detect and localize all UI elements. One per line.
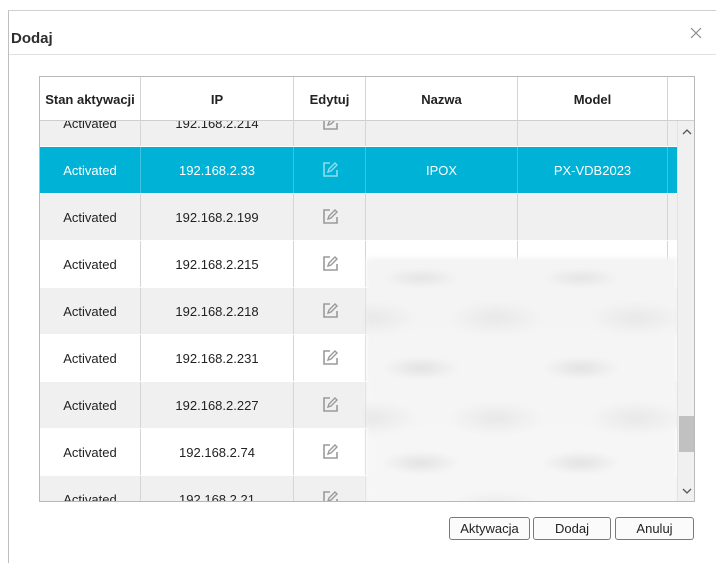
add-device-dialog: Dodaj Stan aktywacji IP Edytuj Nazwa Mod… xyxy=(8,10,716,563)
column-header-name[interactable]: Nazwa xyxy=(366,77,518,121)
cell-edit[interactable] xyxy=(294,476,366,502)
cell-ip: 192.168.2.218 xyxy=(141,288,294,334)
cell-edit[interactable] xyxy=(294,335,366,381)
dialog-titlebar: Dodaj xyxy=(9,11,716,55)
edit-icon[interactable] xyxy=(321,121,339,132)
edit-icon[interactable] xyxy=(321,443,339,461)
cell-model: PX-VDB2023 xyxy=(518,147,668,193)
close-icon[interactable] xyxy=(688,25,704,41)
cell-name xyxy=(366,194,518,240)
cell-name: IPOX xyxy=(366,147,518,193)
cell-ip: 192.168.2.33 xyxy=(141,147,294,193)
column-header-spacer xyxy=(668,77,694,121)
blurred-region xyxy=(366,258,677,501)
edit-icon[interactable] xyxy=(321,208,339,226)
cell-status: Activated xyxy=(40,335,141,381)
cell-status: Activated xyxy=(40,476,141,501)
table-row[interactable]: Activated 192.168.2.214 xyxy=(40,121,677,147)
column-header-status[interactable]: Stan aktywacji xyxy=(40,77,141,121)
table-header: Stan aktywacji IP Edytuj Nazwa Model xyxy=(40,77,694,121)
cell-status: Activated xyxy=(40,121,141,146)
edit-icon[interactable] xyxy=(321,255,339,273)
cell-status: Activated xyxy=(40,194,141,240)
cell-status: Activated xyxy=(40,288,141,334)
edit-icon[interactable] xyxy=(321,349,339,367)
table-row[interactable]: Activated 192.168.2.33 IPOX PX-VDB2023 xyxy=(40,147,677,194)
cell-status: Activated xyxy=(40,147,141,193)
cell-edit[interactable] xyxy=(294,241,366,287)
edit-icon[interactable] xyxy=(321,302,339,320)
cell-edit[interactable] xyxy=(294,288,366,334)
column-header-edit[interactable]: Edytuj xyxy=(294,77,366,121)
column-header-model[interactable]: Model xyxy=(518,77,668,121)
cell-model xyxy=(518,194,668,240)
scrollbar-thumb[interactable] xyxy=(679,416,694,452)
cell-edit[interactable] xyxy=(294,194,366,240)
activate-button[interactable]: Aktywacja xyxy=(449,517,530,540)
cell-ip: 192.168.2.227 xyxy=(141,382,294,428)
cell-ip: 192.168.2.214 xyxy=(141,121,294,146)
cell-ip: 192.168.2.215 xyxy=(141,241,294,287)
table-row[interactable]: Activated 192.168.2.199 xyxy=(40,194,677,241)
cell-status: Activated xyxy=(40,241,141,287)
table-body: Activated 192.168.2.214 Activated 192.168.2… xyxy=(40,121,677,502)
device-table: Stan aktywacji IP Edytuj Nazwa Model Act… xyxy=(39,76,695,502)
cell-ip: 192.168.2.199 xyxy=(141,194,294,240)
chevron-up-icon[interactable] xyxy=(681,126,693,138)
edit-icon[interactable] xyxy=(321,161,339,179)
cancel-button[interactable]: Anuluj xyxy=(615,517,694,540)
cell-ip: 192.168.2.74 xyxy=(141,429,294,475)
dialog-title: Dodaj xyxy=(11,30,53,47)
cell-edit[interactable] xyxy=(294,147,366,193)
cell-ip: 192.168.2.231 xyxy=(141,335,294,381)
cell-edit[interactable] xyxy=(294,382,366,428)
chevron-down-icon[interactable] xyxy=(681,485,693,497)
cell-edit[interactable] xyxy=(294,429,366,475)
vertical-scrollbar[interactable] xyxy=(677,121,694,501)
add-button[interactable]: Dodaj xyxy=(533,517,611,540)
edit-icon[interactable] xyxy=(321,490,339,502)
column-header-ip[interactable]: IP xyxy=(141,77,294,121)
cell-status: Activated xyxy=(40,429,141,475)
cell-status: Activated xyxy=(40,382,141,428)
cell-edit[interactable] xyxy=(294,121,366,146)
cell-name xyxy=(366,121,518,146)
edit-icon[interactable] xyxy=(321,396,339,414)
cell-ip: 192.168.2.21 xyxy=(141,476,294,501)
cell-model xyxy=(518,121,668,146)
